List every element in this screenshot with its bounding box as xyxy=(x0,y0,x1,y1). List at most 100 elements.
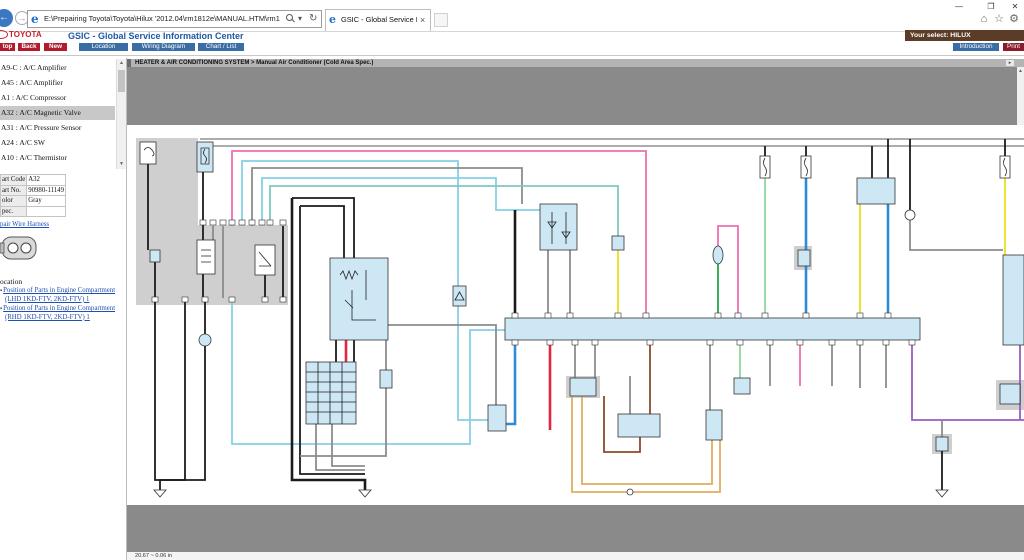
scroll-thumb[interactable] xyxy=(118,70,125,92)
connector-list-item-selected[interactable]: A32 : A/C Magnetic Valve xyxy=(0,106,115,120)
location-button[interactable]: Location xyxy=(79,43,128,51)
address-bar[interactable]: e E:\Prepairing Toyota\Toyota\Hilux '201… xyxy=(27,10,322,28)
connector-pin-element xyxy=(546,339,554,346)
connector-pin-element xyxy=(261,296,269,303)
connector-pin-element xyxy=(181,296,189,303)
relay xyxy=(196,239,216,275)
table-row: olor Gray xyxy=(0,195,66,207)
connector-pin-element xyxy=(591,339,599,346)
connector-pin-element xyxy=(266,219,274,226)
wires-left-element xyxy=(315,424,365,471)
address-text[interactable]: E:\Prepairing Toyota\Toyota\Hilux '2012.… xyxy=(44,11,280,27)
location-link-line[interactable]: Position of Parts in Engine Compartment xyxy=(3,287,115,294)
minimize-icon[interactable]: — xyxy=(950,0,968,14)
introduction-button[interactable]: Introduction xyxy=(953,43,999,51)
refresh-icon[interactable]: ↻ xyxy=(309,11,317,27)
wires-left-element xyxy=(231,150,647,314)
table-row: art No. 90980-11149 xyxy=(0,184,66,197)
back-button[interactable]: Back xyxy=(18,43,40,51)
info-label: art No. xyxy=(0,184,28,197)
browser-tab[interactable]: e GSIC - Global Service Infor... × xyxy=(325,9,431,31)
location-link[interactable]: ▪Position of Parts in Engine Compartment… xyxy=(0,287,115,303)
ground-symbol xyxy=(935,489,949,498)
info-label: pec. xyxy=(0,205,28,218)
location-link-line[interactable]: (LHD 1KD-FTV, 2KD-FTV) 1 xyxy=(0,296,115,304)
address-dropdown-icon[interactable]: ▾ xyxy=(298,11,302,27)
connector-pin-element xyxy=(151,296,159,303)
connector-pin-element xyxy=(248,219,256,226)
connector-list-item[interactable]: A1 : A/C Compressor xyxy=(0,91,115,105)
connector-list-item[interactable]: A31 : A/C Pressure Sensor xyxy=(0,121,115,135)
tab-close-icon[interactable]: × xyxy=(420,13,425,27)
wires-left-element xyxy=(300,205,345,258)
magnetic-valve-relay xyxy=(539,203,578,251)
wires-top-element xyxy=(717,225,739,314)
location-link[interactable]: ▪Position of Parts in Engine Compartment… xyxy=(0,305,115,321)
connector-block xyxy=(379,369,393,389)
connector-pin-element xyxy=(279,219,287,226)
table-row: art Code A32 xyxy=(0,174,66,186)
blower-motor-control xyxy=(329,257,389,341)
wires-left-element xyxy=(159,346,206,490)
connector-image xyxy=(0,236,37,260)
connector-pin-element xyxy=(238,219,246,226)
connector-pin-element xyxy=(511,339,519,346)
connector-pin-element xyxy=(571,339,579,346)
diagram-top-margin xyxy=(127,67,1017,125)
wiring-diagram-button[interactable]: Wiring Diagram xyxy=(132,43,195,51)
connector-pin-element xyxy=(219,219,227,226)
diagram-scroll-up-icon[interactable]: ▲ xyxy=(1017,67,1024,125)
junction-connector xyxy=(935,436,949,452)
bullet-icon: ▪ xyxy=(0,306,3,312)
connector-pin-element xyxy=(199,219,207,226)
tab-title[interactable]: GSIC - Global Service Infor... xyxy=(341,13,417,27)
ecu-component xyxy=(1002,254,1024,346)
new-button[interactable]: New xyxy=(44,43,67,51)
location-link-line[interactable]: Position of Parts in Engine Compartment xyxy=(3,305,115,312)
wires-bottom-element xyxy=(571,396,721,493)
connector-pin-element xyxy=(706,339,714,346)
connector-pin-element xyxy=(228,219,236,226)
diode-component xyxy=(149,249,161,263)
connector-pin-element xyxy=(761,312,769,319)
bus-lines xyxy=(200,138,1024,147)
connector-pin-element xyxy=(884,312,892,319)
diode-component xyxy=(452,285,467,307)
home-icon[interactable]: ⌂ xyxy=(977,12,991,26)
location-link-line[interactable]: (RHD 1KD-FTV, 2KD-FTV) 1 xyxy=(0,314,115,322)
connector-pin-element xyxy=(279,296,287,303)
diagram-bottom-margin xyxy=(127,505,1024,552)
settings-icon[interactable]: ⚙ xyxy=(1007,12,1021,26)
search-icon[interactable] xyxy=(286,14,295,24)
connector-pin-element xyxy=(882,339,890,346)
new-tab-button[interactable] xyxy=(434,13,448,27)
expand-icon[interactable]: ▸ xyxy=(1006,60,1014,66)
repair-wire-harness-link[interactable]: pair Wire Harness xyxy=(0,221,49,229)
connector-pin-element xyxy=(828,339,836,346)
ground-symbols xyxy=(153,489,949,498)
connector-list-item[interactable]: A10 : A/C Thermistor xyxy=(0,151,115,165)
a-c-compressor xyxy=(569,377,597,397)
scroll-down-icon[interactable]: ▼ xyxy=(117,160,126,169)
connector-list-item[interactable]: A24 : A/C SW xyxy=(0,136,115,150)
header-divider xyxy=(0,55,1024,56)
wires-left-element xyxy=(388,324,497,405)
browser-back-button[interactable]: ← xyxy=(0,9,13,27)
connector-pin-element xyxy=(766,339,774,346)
scroll-up-icon[interactable]: ▲ xyxy=(117,59,126,68)
a-c-amplifier xyxy=(504,317,921,341)
connector-list-item[interactable]: A45 : A/C Amplifier xyxy=(0,76,115,90)
connector-pin-element xyxy=(856,312,864,319)
print-button[interactable]: Print xyxy=(1003,43,1024,51)
stop-button[interactable]: top xyxy=(0,43,15,51)
wires-top-element xyxy=(909,220,1003,251)
connector-pin-element xyxy=(642,312,650,319)
list-scrollbar[interactable]: ▲ ▼ xyxy=(116,59,126,169)
favorites-icon[interactable]: ☆ xyxy=(992,12,1006,26)
connector-list-item[interactable]: A9-C : A/C Amplifier xyxy=(0,61,115,75)
info-value: A32 xyxy=(26,174,66,186)
chart-list-button[interactable]: Chart / List xyxy=(198,43,244,51)
junction-connector xyxy=(797,249,811,267)
a-c-thermistor xyxy=(705,409,723,441)
connector-pin-element xyxy=(856,339,864,346)
